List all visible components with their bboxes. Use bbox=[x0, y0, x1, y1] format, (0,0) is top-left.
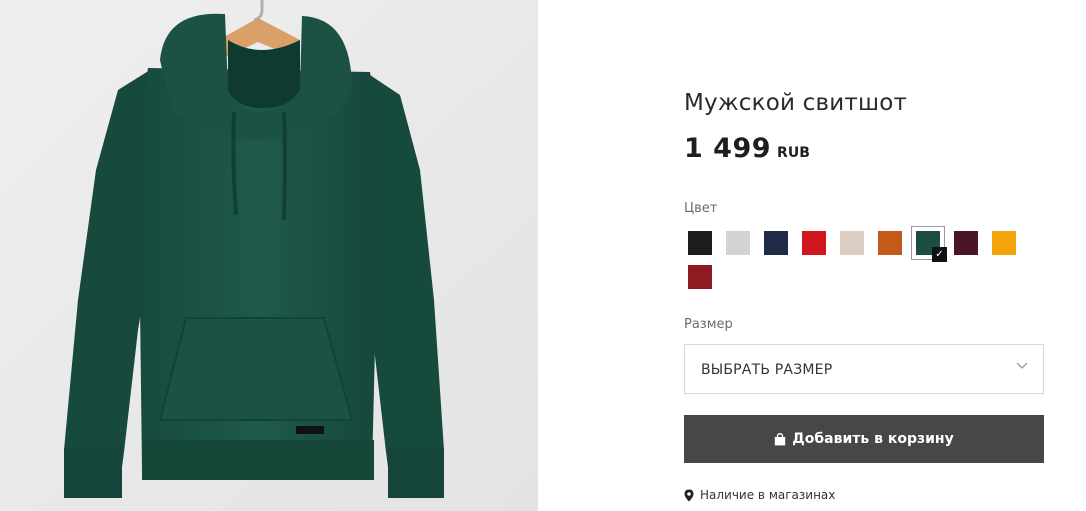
location-pin-icon bbox=[684, 489, 694, 501]
color-swatch-black[interactable] bbox=[688, 231, 712, 255]
size-select[interactable]: ВЫБРАТЬ РАЗМЕР bbox=[684, 344, 1044, 394]
color-swatch-burgundy-dark[interactable] bbox=[954, 231, 978, 255]
product-title: Мужской свитшот bbox=[684, 90, 908, 116]
price-currency: RUB bbox=[777, 145, 810, 161]
color-label: Цвет bbox=[684, 201, 718, 216]
store-availability-link[interactable]: Наличие в магазинах bbox=[684, 488, 835, 502]
color-swatch-yellow[interactable] bbox=[992, 231, 1016, 255]
add-to-cart-label: Добавить в корзину bbox=[792, 431, 954, 447]
add-to-cart-button[interactable]: Добавить в корзину bbox=[684, 415, 1044, 463]
shopping-bag-icon bbox=[775, 432, 786, 445]
size-label: Размер bbox=[684, 317, 733, 332]
store-availability-label: Наличие в магазинах bbox=[700, 488, 836, 502]
hoodie-illustration bbox=[0, 0, 538, 511]
product-image[interactable] bbox=[0, 0, 538, 511]
color-swatch-light-grey-melange[interactable] bbox=[726, 231, 750, 255]
color-swatch-rust[interactable] bbox=[878, 231, 902, 255]
color-swatch-red[interactable] bbox=[802, 231, 826, 255]
product-price: 1 499 bbox=[684, 133, 772, 164]
size-select-value: ВЫБРАТЬ РАЗМЕР bbox=[701, 362, 833, 378]
color-swatch-navy[interactable] bbox=[764, 231, 788, 255]
chevron-down-icon bbox=[1016, 362, 1028, 369]
color-swatch-dark-green[interactable]: ✓ bbox=[911, 226, 947, 262]
price-row: 1 499 RUB bbox=[684, 133, 810, 164]
color-swatch-beige[interactable] bbox=[840, 231, 864, 255]
color-swatch-wine[interactable] bbox=[688, 265, 712, 289]
checkmark-icon: ✓ bbox=[932, 247, 947, 262]
